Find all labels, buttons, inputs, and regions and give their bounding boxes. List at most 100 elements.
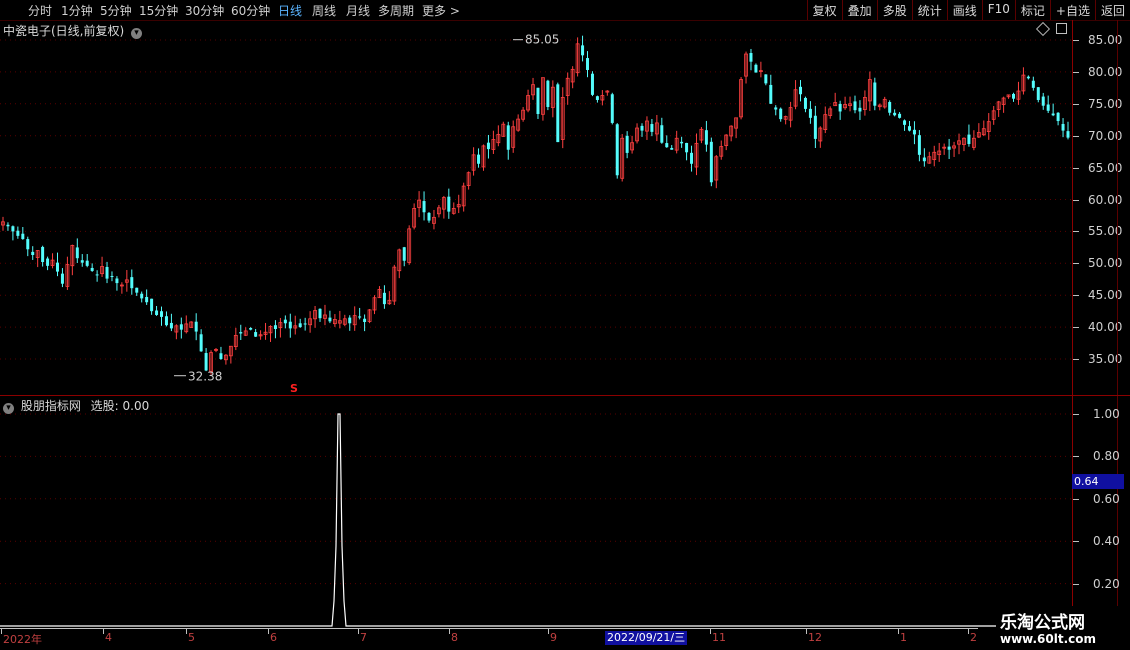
candle (1006, 94, 1011, 99)
date-tick (968, 629, 969, 634)
candle (922, 148, 926, 167)
price-tick (1073, 327, 1079, 329)
candle (660, 117, 664, 144)
candle (714, 155, 719, 189)
candle (536, 87, 540, 119)
candle (155, 305, 159, 316)
candle (665, 135, 669, 148)
candle (427, 212, 431, 223)
toolbar-button[interactable]: 多股 (876, 0, 912, 20)
period-tab[interactable]: 分时 (28, 2, 52, 19)
low-price-label: 32.38 (188, 370, 222, 384)
candle (41, 245, 45, 267)
candle (184, 315, 189, 334)
candle (531, 77, 535, 100)
candle (848, 96, 852, 112)
candle (550, 80, 555, 118)
candle (6, 222, 10, 231)
candle (417, 191, 421, 218)
period-tab[interactable]: 60分钟 (231, 2, 270, 19)
candle (258, 330, 263, 340)
candle (635, 123, 639, 144)
candle (243, 327, 248, 337)
date-tick-label: 2022年 (3, 633, 42, 646)
candle (174, 324, 179, 340)
candle (907, 120, 911, 132)
indicator-chart[interactable] (0, 396, 1072, 628)
period-tab[interactable]: 30分钟 (185, 2, 224, 19)
candle (466, 171, 471, 190)
date-tick-label: 12 (808, 631, 822, 644)
candle (1, 216, 5, 231)
toolbar-button[interactable]: 复权 (806, 0, 842, 20)
candle (303, 317, 307, 331)
candle (942, 143, 947, 155)
candle (164, 311, 168, 327)
candle (447, 188, 451, 219)
toolbar-button[interactable]: +自选 (1049, 0, 1095, 20)
candle (1056, 112, 1060, 126)
candle (239, 324, 243, 341)
period-tab[interactable]: 多周期 (378, 2, 414, 19)
candle (228, 345, 233, 364)
candle (986, 113, 991, 140)
toolbar-button[interactable]: 画线 (946, 0, 982, 20)
price-tick (1073, 263, 1079, 265)
period-tab[interactable]: 15分钟 (139, 2, 178, 19)
indicator-tick (1073, 414, 1079, 415)
period-tab[interactable]: 周线 (312, 2, 336, 19)
period-tab[interactable]: 更多 > (422, 2, 460, 19)
candle (1012, 92, 1016, 102)
candle (75, 238, 79, 264)
toolbar-button[interactable]: 叠加 (841, 0, 877, 20)
candle (1041, 92, 1045, 110)
candle (595, 95, 599, 103)
candle (150, 298, 154, 315)
candle (586, 51, 590, 78)
candle (124, 270, 129, 292)
candle (724, 134, 729, 151)
candle (774, 105, 778, 116)
period-tab[interactable]: 月线 (346, 2, 370, 19)
candle (783, 115, 788, 125)
candle (233, 327, 238, 351)
candle (461, 182, 466, 212)
candle (145, 289, 149, 305)
signal-marker: S (290, 382, 298, 395)
indicator-tick (1073, 456, 1079, 458)
period-tab[interactable]: 日线 (278, 2, 302, 19)
period-tab[interactable]: 1分钟 (61, 2, 93, 19)
candle (729, 125, 734, 142)
candle (377, 286, 382, 299)
candle (26, 236, 30, 257)
candle (1061, 118, 1065, 138)
toolbar-button[interactable]: 返回 (1094, 0, 1130, 20)
candle (254, 328, 258, 337)
candlestick-chart[interactable]: 85.05 32.38 S (0, 20, 1072, 395)
candle (392, 264, 397, 306)
toolbar-button[interactable]: 标记 (1014, 0, 1050, 20)
indicator-tick (1073, 583, 1079, 585)
candle (957, 133, 961, 155)
price-tick (1073, 359, 1079, 360)
price-tick (1073, 231, 1079, 233)
candle (556, 82, 560, 143)
candle (600, 90, 605, 106)
candle (546, 79, 550, 111)
candle (625, 131, 629, 159)
candle (971, 130, 976, 151)
candle (348, 315, 352, 331)
date-tick-label: 2 (970, 631, 977, 644)
candle (704, 120, 708, 152)
candle (263, 322, 268, 340)
candle (105, 261, 109, 284)
candle (337, 310, 342, 329)
candle (541, 77, 545, 121)
candle (95, 270, 99, 282)
period-tab[interactable]: 5分钟 (100, 2, 132, 19)
toolbar-button[interactable]: F10 (981, 0, 1015, 20)
candle (21, 227, 25, 240)
indicator-tick-label: 0.40 (1093, 534, 1120, 549)
candle (967, 124, 971, 147)
toolbar-button[interactable]: 统计 (911, 0, 947, 20)
